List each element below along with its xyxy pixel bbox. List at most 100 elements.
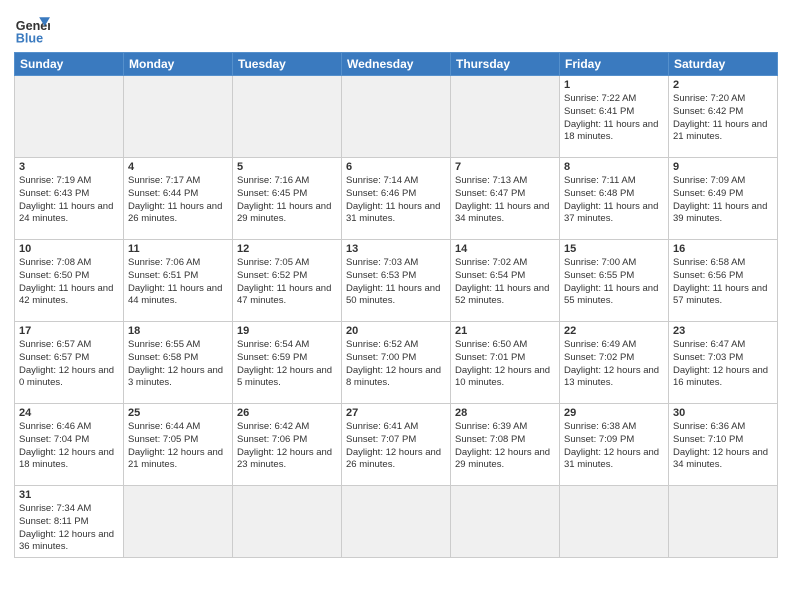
day-cell: 25 Sunrise: 6:44 AM Sunset: 7:05 PM Dayli… <box>124 404 233 486</box>
day-header-thursday: Thursday <box>451 53 560 76</box>
day-number: 5 <box>237 161 337 173</box>
day-number: 26 <box>237 407 337 419</box>
day-info: Sunrise: 7:20 AM Sunset: 6:42 PM Dayligh… <box>673 93 773 144</box>
day-cell: 14 Sunrise: 7:02 AM Sunset: 6:54 PM Dayli… <box>451 240 560 322</box>
day-number: 14 <box>455 243 555 255</box>
day-cell <box>342 486 451 558</box>
day-cell <box>342 76 451 158</box>
calendar-page: General Blue SundayMondayTuesdayWednesda… <box>0 0 792 568</box>
day-cell: 18 Sunrise: 6:55 AM Sunset: 6:58 PM Dayli… <box>124 322 233 404</box>
week-row-1: 3 Sunrise: 7:19 AM Sunset: 6:43 PM Daylig… <box>15 158 778 240</box>
day-info: Sunrise: 6:57 AM Sunset: 6:57 PM Dayligh… <box>19 339 119 390</box>
day-cell: 28Sunrise: 6:39 AM Sunset: 7:08 PM Dayli… <box>451 404 560 486</box>
svg-text:Blue: Blue <box>16 31 43 45</box>
day-cell: 31Sunrise: 7:34 AM Sunset: 8:11 PM Dayli… <box>15 486 124 558</box>
day-info: Sunrise: 7:17 AM Sunset: 6:44 PM Dayligh… <box>128 175 228 226</box>
day-info: Sunrise: 7:05 AM Sunset: 6:52 PM Dayligh… <box>237 257 337 308</box>
day-info: Sunrise: 6:49 AM Sunset: 7:02 PM Dayligh… <box>564 339 664 390</box>
day-header-saturday: Saturday <box>669 53 778 76</box>
header: General Blue <box>14 10 778 46</box>
day-info: Sunrise: 6:42 AM Sunset: 7:06 PM Dayligh… <box>237 421 337 472</box>
day-info: Sunrise: 7:09 AM Sunset: 6:49 PM Dayligh… <box>673 175 773 226</box>
day-info: Sunrise: 7:19 AM Sunset: 6:43 PM Dayligh… <box>19 175 119 226</box>
day-cell: 21 Sunrise: 6:50 AM Sunset: 7:01 PM Dayli… <box>451 322 560 404</box>
day-number: 2 <box>673 79 773 91</box>
day-cell: 5 Sunrise: 7:16 AM Sunset: 6:45 PM Daylig… <box>233 158 342 240</box>
day-number: 13 <box>346 243 446 255</box>
logo: General Blue <box>14 10 50 46</box>
day-number: 4 <box>128 161 228 173</box>
day-number: 17 <box>19 325 119 337</box>
day-header-wednesday: Wednesday <box>342 53 451 76</box>
day-cell: 29 Sunrise: 6:38 AM Sunset: 7:09 PM Dayli… <box>560 404 669 486</box>
day-info: Sunrise: 6:39 AM Sunset: 7:08 PM Dayligh… <box>455 421 555 472</box>
day-number: 22 <box>564 325 664 337</box>
day-info: Sunrise: 7:03 AM Sunset: 6:53 PM Dayligh… <box>346 257 446 308</box>
day-info: Sunrise: 7:13 AM Sunset: 6:47 PM Dayligh… <box>455 175 555 226</box>
day-number: 7 <box>455 161 555 173</box>
day-cell: 6 Sunrise: 7:14 AM Sunset: 6:46 PM Daylig… <box>342 158 451 240</box>
day-number: 23 <box>673 325 773 337</box>
day-cell: 4 Sunrise: 7:17 AM Sunset: 6:44 PM Daylig… <box>124 158 233 240</box>
day-cell: 23Sunrise: 6:47 AM Sunset: 7:03 PM Dayli… <box>669 322 778 404</box>
day-header-sunday: Sunday <box>15 53 124 76</box>
day-info: Sunrise: 6:50 AM Sunset: 7:01 PM Dayligh… <box>455 339 555 390</box>
day-cell <box>233 486 342 558</box>
day-cell: 3 Sunrise: 7:19 AM Sunset: 6:43 PM Daylig… <box>15 158 124 240</box>
day-info: Sunrise: 7:22 AM Sunset: 6:41 PM Dayligh… <box>564 93 664 144</box>
day-number: 6 <box>346 161 446 173</box>
day-info: Sunrise: 7:16 AM Sunset: 6:45 PM Dayligh… <box>237 175 337 226</box>
day-cell: 15 Sunrise: 7:00 AM Sunset: 6:55 PM Dayli… <box>560 240 669 322</box>
day-cell: 2 Sunrise: 7:20 AM Sunset: 6:42 PM Daylig… <box>669 76 778 158</box>
day-cell <box>451 76 560 158</box>
day-info: Sunrise: 6:44 AM Sunset: 7:05 PM Dayligh… <box>128 421 228 472</box>
day-number: 3 <box>19 161 119 173</box>
day-number: 31 <box>19 489 119 501</box>
week-row-3: 17 Sunrise: 6:57 AM Sunset: 6:57 PM Dayli… <box>15 322 778 404</box>
day-cell: 1Sunrise: 7:22 AM Sunset: 6:41 PM Daylig… <box>560 76 669 158</box>
day-number: 20 <box>346 325 446 337</box>
day-cell: 11Sunrise: 7:06 AM Sunset: 6:51 PM Dayli… <box>124 240 233 322</box>
day-number: 27 <box>346 407 446 419</box>
day-cell: 19 Sunrise: 6:54 AM Sunset: 6:59 PM Dayli… <box>233 322 342 404</box>
day-cell: 12Sunrise: 7:05 AM Sunset: 6:52 PM Dayli… <box>233 240 342 322</box>
day-number: 18 <box>128 325 228 337</box>
calendar-body: 1Sunrise: 7:22 AM Sunset: 6:41 PM Daylig… <box>15 76 778 558</box>
calendar-table: SundayMondayTuesdayWednesdayThursdayFrid… <box>14 52 778 558</box>
week-row-2: 10Sunrise: 7:08 AM Sunset: 6:50 PM Dayli… <box>15 240 778 322</box>
day-cell <box>124 486 233 558</box>
day-info: Sunrise: 6:46 AM Sunset: 7:04 PM Dayligh… <box>19 421 119 472</box>
day-info: Sunrise: 7:08 AM Sunset: 6:50 PM Dayligh… <box>19 257 119 308</box>
day-number: 21 <box>455 325 555 337</box>
day-info: Sunrise: 7:02 AM Sunset: 6:54 PM Dayligh… <box>455 257 555 308</box>
day-info: Sunrise: 6:52 AM Sunset: 7:00 PM Dayligh… <box>346 339 446 390</box>
day-cell: 24 Sunrise: 6:46 AM Sunset: 7:04 PM Dayli… <box>15 404 124 486</box>
day-cell: 26 Sunrise: 6:42 AM Sunset: 7:06 PM Dayli… <box>233 404 342 486</box>
week-row-4: 24 Sunrise: 6:46 AM Sunset: 7:04 PM Dayli… <box>15 404 778 486</box>
day-info: Sunrise: 7:06 AM Sunset: 6:51 PM Dayligh… <box>128 257 228 308</box>
day-number: 29 <box>564 407 664 419</box>
day-header-tuesday: Tuesday <box>233 53 342 76</box>
day-info: Sunrise: 7:14 AM Sunset: 6:46 PM Dayligh… <box>346 175 446 226</box>
day-info: Sunrise: 6:54 AM Sunset: 6:59 PM Dayligh… <box>237 339 337 390</box>
day-header-monday: Monday <box>124 53 233 76</box>
day-cell: 30 Sunrise: 6:36 AM Sunset: 7:10 PM Dayli… <box>669 404 778 486</box>
day-info: Sunrise: 6:38 AM Sunset: 7:09 PM Dayligh… <box>564 421 664 472</box>
day-number: 15 <box>564 243 664 255</box>
day-info: Sunrise: 7:11 AM Sunset: 6:48 PM Dayligh… <box>564 175 664 226</box>
day-cell: 13 Sunrise: 7:03 AM Sunset: 6:53 PM Dayli… <box>342 240 451 322</box>
day-info: Sunrise: 6:55 AM Sunset: 6:58 PM Dayligh… <box>128 339 228 390</box>
day-number: 24 <box>19 407 119 419</box>
day-number: 8 <box>564 161 664 173</box>
day-number: 9 <box>673 161 773 173</box>
day-cell: 9 Sunrise: 7:09 AM Sunset: 6:49 PM Daylig… <box>669 158 778 240</box>
day-info: Sunrise: 6:36 AM Sunset: 7:10 PM Dayligh… <box>673 421 773 472</box>
day-number: 19 <box>237 325 337 337</box>
logo-icon: General Blue <box>14 10 50 46</box>
day-number: 30 <box>673 407 773 419</box>
day-cell: 22 Sunrise: 6:49 AM Sunset: 7:02 PM Dayli… <box>560 322 669 404</box>
day-number: 25 <box>128 407 228 419</box>
day-cell: 7 Sunrise: 7:13 AM Sunset: 6:47 PM Daylig… <box>451 158 560 240</box>
day-info: Sunrise: 7:00 AM Sunset: 6:55 PM Dayligh… <box>564 257 664 308</box>
day-cell <box>560 486 669 558</box>
